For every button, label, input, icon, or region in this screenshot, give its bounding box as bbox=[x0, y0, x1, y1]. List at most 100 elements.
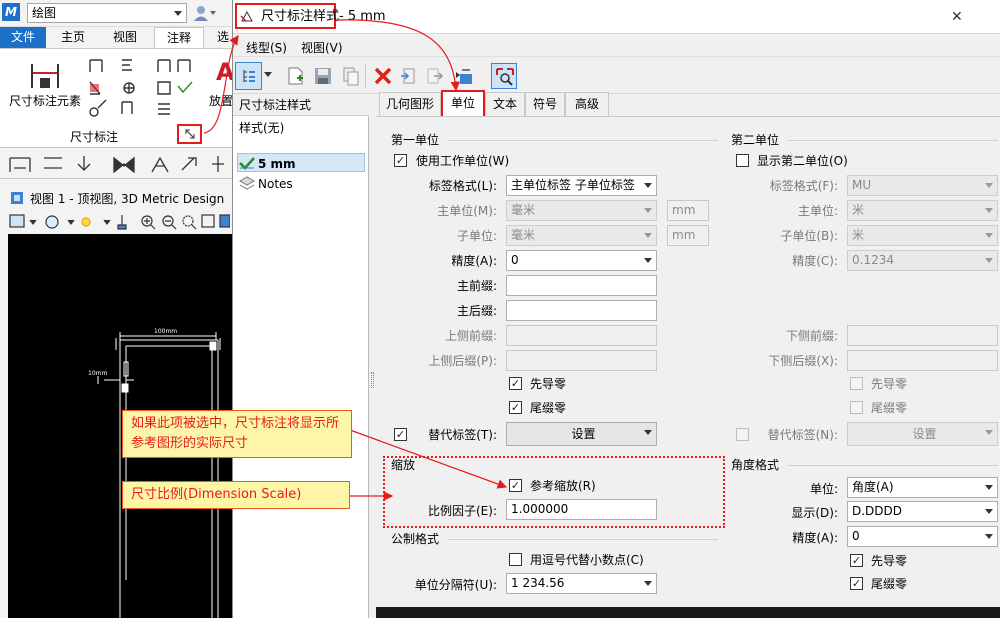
alt-label-text: 替代标签(T): bbox=[428, 428, 497, 442]
ribbon-tab-home[interactable]: 主页 bbox=[50, 27, 96, 48]
reference-scale-checkbox[interactable]: ✓ bbox=[509, 479, 522, 492]
main-prefix-input[interactable] bbox=[506, 275, 657, 296]
tree-item-5mm[interactable]: 5 mm bbox=[258, 156, 296, 172]
sec-alt-settings-button[interactable]: 设置 bbox=[847, 422, 998, 446]
scale-factor-input[interactable]: 1.000000 bbox=[506, 499, 657, 520]
delete-button[interactable] bbox=[371, 64, 395, 88]
upper-prefix-input[interactable] bbox=[506, 325, 657, 346]
sec-accuracy-label: 精度(C): bbox=[792, 254, 838, 268]
comma-decimal-checkbox[interactable] bbox=[509, 553, 522, 566]
dimension-style-icon bbox=[240, 10, 253, 22]
export-button[interactable] bbox=[423, 64, 447, 88]
view-tools[interactable] bbox=[8, 211, 230, 233]
sec-label-format-select[interactable]: MU bbox=[847, 175, 998, 196]
label-format-select[interactable]: 主单位标签 子单位标签 bbox=[506, 175, 657, 196]
show-secondary-checkbox[interactable] bbox=[736, 154, 749, 167]
lower-suffix-input[interactable] bbox=[847, 350, 998, 371]
import-button[interactable] bbox=[397, 64, 421, 88]
delete-icon bbox=[374, 67, 392, 85]
accuracy-select[interactable]: 0 bbox=[506, 250, 657, 271]
tab-units[interactable]: 单位 bbox=[441, 90, 485, 117]
angle-accuracy-select[interactable]: 0 bbox=[847, 526, 998, 547]
close-icon[interactable]: ✕ bbox=[951, 9, 963, 25]
tree-toggle-button[interactable] bbox=[235, 62, 262, 90]
main-prefix-label: 主前缀: bbox=[456, 279, 497, 293]
master-unit-select[interactable]: 毫米 bbox=[506, 200, 657, 221]
tab-text[interactable]: 文本 bbox=[485, 92, 525, 116]
place-icon[interactable]: A bbox=[216, 58, 232, 86]
upper-suffix-input[interactable] bbox=[506, 350, 657, 371]
upper-suffix-label: 上侧后缀(P): bbox=[428, 354, 497, 368]
dimension-tools-icon[interactable] bbox=[86, 56, 206, 118]
import-icon bbox=[401, 68, 415, 84]
launcher-arrow-icon bbox=[185, 129, 195, 139]
workflow-select[interactable]: 绘图 bbox=[27, 3, 187, 23]
separator-label: 单位分隔符(U): bbox=[414, 578, 497, 592]
tree-header: 尺寸标注样式 bbox=[239, 98, 312, 112]
ribbon-tab-annotate[interactable]: 注释 bbox=[154, 27, 204, 48]
angle-display-select[interactable]: D.DDDD bbox=[847, 501, 998, 522]
lower-prefix-input[interactable] bbox=[847, 325, 998, 346]
new-style-button[interactable] bbox=[283, 64, 307, 88]
accuracy-label: 精度(A): bbox=[451, 254, 497, 268]
leading-zero-label: 先导零 bbox=[530, 377, 567, 391]
menu-view[interactable]: 视图(V) bbox=[301, 39, 343, 56]
tab-symbols[interactable]: 符号 bbox=[525, 92, 565, 116]
user-icon[interactable] bbox=[192, 4, 218, 22]
tab-geometry[interactable]: 几何图形 bbox=[379, 92, 441, 116]
sec-accuracy-select[interactable]: 0.1234 bbox=[847, 250, 998, 271]
splitter[interactable] bbox=[370, 94, 375, 618]
dim-10mm-label: 10mm bbox=[88, 370, 108, 377]
angle-leading-zero-checkbox[interactable]: ✓ bbox=[850, 554, 863, 567]
master-unit-suffix: mm bbox=[667, 200, 709, 221]
app-logo-icon[interactable]: M bbox=[2, 3, 20, 21]
tree-item-notes[interactable]: Notes bbox=[258, 176, 293, 192]
dim-100mm-label: 100mm bbox=[154, 328, 178, 335]
sec-alt-label-text: 替代标签(N): bbox=[767, 428, 838, 442]
sub-unit-select[interactable]: 毫米 bbox=[506, 225, 657, 246]
trailing-zero-checkbox[interactable]: ✓ bbox=[509, 401, 522, 414]
angle-format-section: 角度格式 bbox=[731, 458, 780, 472]
ribbon-tab-file[interactable]: 文件 bbox=[0, 27, 46, 48]
sec-sub-unit-label: 子单位(B): bbox=[780, 229, 838, 243]
match-button[interactable] bbox=[491, 63, 517, 89]
ribbon-tab-more[interactable]: 选 bbox=[214, 27, 232, 48]
dialog-launcher-button[interactable] bbox=[177, 124, 202, 144]
primary-units-section: 第一单位 bbox=[391, 133, 440, 147]
sec-leading-zero-checkbox[interactable] bbox=[850, 377, 863, 390]
splitter-grip-icon bbox=[371, 372, 374, 388]
angle-trailing-zero-label: 尾缀零 bbox=[871, 577, 908, 591]
separator-select[interactable]: 1 234.56 bbox=[506, 573, 657, 594]
dropdown-arrow-icon[interactable] bbox=[264, 72, 272, 78]
secondary-group-line bbox=[788, 140, 998, 141]
tab-advanced[interactable]: 高级 bbox=[565, 92, 609, 116]
update-button[interactable] bbox=[453, 64, 477, 88]
view-title: 视图 1 - 顶视图, 3D Metric Design bbox=[30, 192, 225, 206]
use-working-units-checkbox[interactable]: ✓ bbox=[394, 154, 407, 167]
sec-trailing-zero-checkbox[interactable] bbox=[850, 401, 863, 414]
sec-master-unit-select[interactable]: 米 bbox=[847, 200, 998, 221]
angle-unit-label: 单位: bbox=[809, 482, 838, 496]
angle-trailing-zero-checkbox[interactable]: ✓ bbox=[850, 577, 863, 590]
sec-sub-unit-select[interactable]: 米 bbox=[847, 225, 998, 246]
alt-settings-button[interactable]: 设置 bbox=[506, 422, 657, 446]
main-suffix-input[interactable] bbox=[506, 300, 657, 321]
leading-zero-checkbox[interactable]: ✓ bbox=[509, 377, 522, 390]
menu-linetype[interactable]: 线型(S) bbox=[246, 39, 287, 56]
master-unit-label: 主单位(M): bbox=[437, 204, 497, 218]
angle-leading-zero-label: 先导零 bbox=[871, 554, 908, 568]
dimension-element-label: 尺寸标注元素 bbox=[9, 94, 82, 108]
drawing-toolbar[interactable] bbox=[4, 150, 232, 178]
toolbar-separator bbox=[365, 64, 366, 88]
angle-unit-select[interactable]: 角度(A) bbox=[847, 477, 998, 498]
angle-accuracy-label: 精度(A): bbox=[792, 531, 838, 545]
tree-root[interactable]: 样式(无) bbox=[239, 120, 284, 136]
callout-reference-scale: 如果此项被选中，尺寸标注将显示所参考图形的实际尺寸 bbox=[122, 410, 352, 458]
show-secondary-label: 显示第二单位(O) bbox=[757, 154, 848, 168]
save-button[interactable] bbox=[311, 64, 335, 88]
ribbon-tab-view[interactable]: 视图 bbox=[102, 27, 148, 48]
sec-trailing-zero-label: 尾缀零 bbox=[871, 401, 908, 415]
dimension-element-icon[interactable] bbox=[28, 58, 62, 90]
checkmark-icon bbox=[239, 157, 255, 170]
copy-button[interactable] bbox=[339, 64, 363, 88]
